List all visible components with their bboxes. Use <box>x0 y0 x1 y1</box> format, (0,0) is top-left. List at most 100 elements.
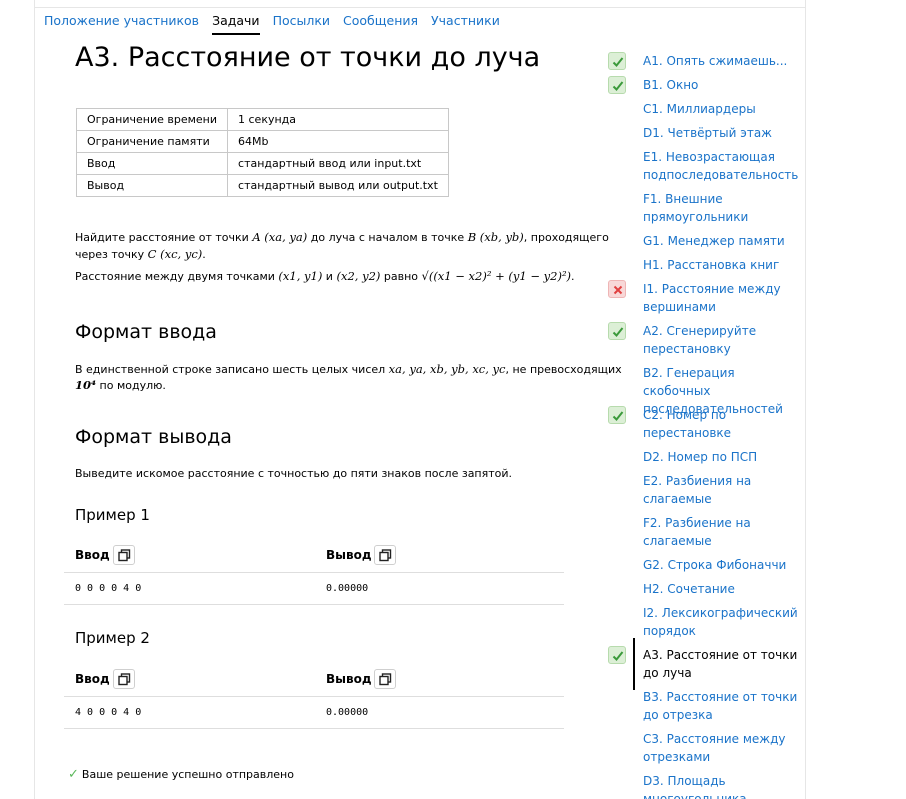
problem-list-label[interactable]: B1. Окно <box>643 76 805 94</box>
checkmark-icon <box>612 81 624 91</box>
status-rejected <box>608 280 626 298</box>
problem-list-item[interactable]: A3. Расстояние от точки до луча <box>606 638 806 690</box>
problem-list-item[interactable]: C2. Номер по перестановке <box>606 406 806 442</box>
problem-list-label[interactable]: C3. Расстояние между отрезками <box>643 730 805 766</box>
problem-list-item[interactable]: G1. Менеджер памяти <box>606 232 806 250</box>
math-point-1: (x1, y1) <box>278 269 323 283</box>
statement-text: . <box>202 248 206 261</box>
problem-list-label[interactable]: F1. Внешние прямоугольники <box>643 190 805 226</box>
status-accepted <box>608 76 626 94</box>
tab-submissions[interactable]: Посылки <box>273 13 330 35</box>
problem-list-label[interactable]: A2. Сгенерируйте перестановку <box>643 322 805 358</box>
limit-key: Ограничение времени <box>75 108 229 131</box>
math-vars: xa, ya, xb, yb, xc, yc <box>388 362 506 376</box>
problem-list-label[interactable]: H1. Расстановка книг <box>643 256 805 274</box>
copy-input-button[interactable] <box>113 545 135 565</box>
output-format-heading: Формат вывода <box>75 426 232 448</box>
problem-list-label[interactable]: D1. Четвёртый этаж <box>643 124 805 142</box>
copy-icon <box>118 673 131 686</box>
example-1-output-label: Вывод <box>326 548 372 562</box>
problem-list-label[interactable]: C1. Миллиардеры <box>643 100 805 118</box>
problem-list-label[interactable]: A1. Опять сжимаешь... <box>643 52 805 70</box>
problem-list-label[interactable]: B3. Расстояние от точки до отрезка <box>643 688 805 724</box>
problem-list-label[interactable]: I2. Лексикографический порядок <box>643 604 805 640</box>
example-1-input: 0 0 0 0 4 0 <box>75 583 142 594</box>
statement-text: до луча с началом в точке <box>307 231 468 244</box>
tab-participants[interactable]: Участники <box>431 13 500 35</box>
checkmark-icon <box>612 651 624 661</box>
table-row: Ограничение времени 1 секунда <box>75 108 449 131</box>
statement-text: , проходящего <box>523 231 609 244</box>
cross-icon <box>613 285 623 295</box>
copy-input-button[interactable] <box>113 669 135 689</box>
problem-list-item[interactable]: F2. Разбиение на слагаемые <box>606 514 806 550</box>
example-1-output: 0.00000 <box>326 583 369 594</box>
problem-list-item[interactable]: H1. Расстановка книг <box>606 256 806 274</box>
input-format-text: , не превосходящих <box>505 363 622 376</box>
checkmark-icon <box>612 411 624 421</box>
example-1-input-label: Ввод <box>75 548 110 562</box>
header-divider <box>34 7 806 8</box>
tab-standings[interactable]: Положение участников <box>44 13 199 35</box>
problem-list-label[interactable]: E1. Невозрастающая подпоследовательность <box>643 148 805 184</box>
status-accepted <box>608 52 626 70</box>
problem-list-item[interactable]: I1. Расстояние между вершинами <box>606 280 806 316</box>
problem-list-label[interactable]: E2. Разбиения на слагаемые <box>643 472 805 508</box>
example-1-title: Пример 1 <box>75 506 150 524</box>
problem-list-item[interactable]: D1. Четвёртый этаж <box>606 124 806 142</box>
problem-list-item[interactable]: D2. Номер по ПСП <box>606 448 806 466</box>
example-2-output-label: Вывод <box>326 672 372 686</box>
math-bound: 10⁴ <box>75 378 97 392</box>
problem-list-item[interactable]: I2. Лексикографический порядок <box>606 604 806 640</box>
input-format-text: по модулю. <box>96 379 166 392</box>
limit-key: Ввод <box>75 152 229 175</box>
example-2-input-label: Ввод <box>75 672 110 686</box>
active-indicator <box>633 638 635 690</box>
limit-value: 1 секунда <box>227 108 449 131</box>
problem-list-item[interactable]: D3. Площадь многоугольника <box>606 772 806 799</box>
copy-output-button[interactable] <box>374 669 396 689</box>
problem-list-label[interactable]: G1. Менеджер памяти <box>643 232 805 250</box>
problem-list-item[interactable]: E2. Разбиения на слагаемые <box>606 472 806 508</box>
problem-list-label[interactable]: F2. Разбиение на слагаемые <box>643 514 805 550</box>
problem-list-label[interactable]: D2. Номер по ПСП <box>643 448 805 466</box>
problem-list-item[interactable]: C1. Миллиардеры <box>606 100 806 118</box>
checkmark-icon <box>612 57 624 67</box>
input-format-text: В единственной строке записано шесть цел… <box>75 363 389 376</box>
tab-messages[interactable]: Сообщения <box>343 13 418 35</box>
problem-list-item[interactable]: A2. Сгенерируйте перестановку <box>606 322 806 358</box>
problem-list-item[interactable]: A1. Опять сжимаешь... <box>606 52 806 70</box>
tab-problems[interactable]: Задачи <box>212 13 260 35</box>
input-format-line-1: В единственной строке записано шесть цел… <box>75 361 622 378</box>
problem-list-item[interactable]: B1. Окно <box>606 76 806 94</box>
example-2-output: 0.00000 <box>326 707 369 718</box>
problem-list-label[interactable]: I1. Расстояние между вершинами <box>643 280 805 316</box>
problem-list-label[interactable]: C2. Номер по перестановке <box>643 406 805 442</box>
statement-line-1: Найдите расстояние от точки A (xa, ya) д… <box>75 229 609 246</box>
problem-list-label[interactable]: G2. Строка Фибоначчи <box>643 556 805 574</box>
problem-list-item[interactable]: G2. Строка Фибоначчи <box>606 556 806 574</box>
example-2-title: Пример 2 <box>75 629 150 647</box>
problem-list-item[interactable]: F1. Внешние прямоугольники <box>606 190 806 226</box>
problem-list-item[interactable]: B2. Генерация скобочных последовательнос… <box>606 364 806 416</box>
checkmark-icon <box>612 327 624 337</box>
math-point-a: A (xa, ya) <box>252 230 308 244</box>
status-accepted <box>608 646 626 664</box>
problem-list-item[interactable]: B3. Расстояние от точки до отрезка <box>606 688 806 724</box>
statement-text: Найдите расстояние от точки <box>75 231 253 244</box>
problem-list-label[interactable]: H2. Сочетание <box>643 580 805 598</box>
limit-value: стандартный вывод или output.txt <box>227 174 449 197</box>
statement-text: Расстояние между двумя точками <box>75 270 279 283</box>
problem-list-item[interactable]: E1. Невозрастающая подпоследовательность <box>606 148 806 184</box>
problem-list-item[interactable]: C3. Расстояние между отрезками <box>606 730 806 766</box>
problem-list-label[interactable]: A3. Расстояние от точки до луча <box>643 646 805 682</box>
input-format-line-2: 10⁴ по модулю. <box>75 377 166 394</box>
statement-text: через точку <box>75 248 148 261</box>
problem-list-label[interactable]: D3. Площадь многоугольника <box>643 772 805 799</box>
example-2-input: 4 0 0 0 4 0 <box>75 707 142 718</box>
submission-status-text: Ваше решение успешно отправлено <box>81 768 294 781</box>
copy-output-button[interactable] <box>374 545 396 565</box>
limit-value: 64Mb <box>227 130 449 153</box>
problem-list-item[interactable]: H2. Сочетание <box>606 580 806 598</box>
copy-icon <box>379 673 392 686</box>
